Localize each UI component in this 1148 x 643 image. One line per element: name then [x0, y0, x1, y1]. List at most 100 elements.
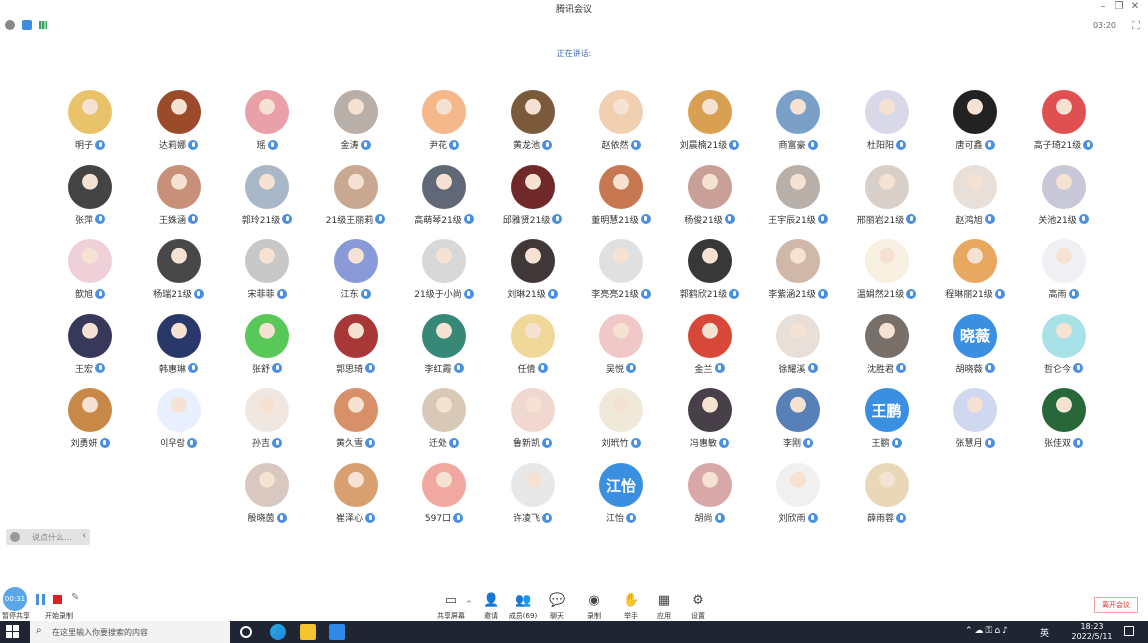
- file-explorer-icon[interactable]: [300, 624, 316, 640]
- participant-tile[interactable]: 杨瑞21级: [135, 239, 223, 313]
- participant-tile[interactable]: 张佳双: [1020, 388, 1108, 462]
- signal-icon[interactable]: [39, 21, 47, 29]
- participant-tile[interactable]: 许凌飞: [489, 463, 577, 537]
- microphone-icon[interactable]: [95, 363, 105, 374]
- participant-tile[interactable]: 597口: [400, 463, 488, 537]
- participant-tile[interactable]: 王鹏 王鹏: [843, 388, 931, 462]
- participant-tile[interactable]: 刘玳竹: [577, 388, 665, 462]
- participant-tile[interactable]: 黄龙池: [489, 90, 577, 164]
- microphone-icon[interactable]: [714, 512, 725, 523]
- participant-tile[interactable]: 李紫涵21级: [754, 239, 842, 313]
- participant-tile[interactable]: 冯惠敏: [666, 388, 754, 462]
- participant-tile[interactable]: 鲁新凯: [489, 388, 577, 462]
- participant-tile[interactable]: 张舒: [223, 313, 311, 388]
- participant-tile[interactable]: 徐耀溪: [754, 313, 842, 388]
- participant-tile[interactable]: 李刚: [754, 388, 842, 462]
- participant-tile[interactable]: 赵鸿旭: [931, 164, 1019, 239]
- emoji-icon[interactable]: [10, 532, 20, 542]
- microphone-icon[interactable]: [724, 214, 735, 225]
- microphone-icon[interactable]: [188, 214, 198, 225]
- microphone-icon[interactable]: [891, 437, 902, 448]
- microphone-icon[interactable]: [552, 214, 563, 225]
- participant-tile[interactable]: 郭思琦: [312, 313, 400, 388]
- microphone-icon[interactable]: [1073, 363, 1083, 374]
- pen-icon[interactable]: ✎: [71, 592, 79, 603]
- participant-tile[interactable]: 王宏: [46, 313, 134, 388]
- microphone-icon[interactable]: [95, 139, 105, 150]
- microphone-icon[interactable]: [463, 288, 474, 299]
- microphone-icon[interactable]: [542, 139, 552, 150]
- microphone-icon[interactable]: [365, 437, 375, 448]
- microphone-icon[interactable]: [375, 214, 386, 225]
- microphone-icon[interactable]: [99, 437, 110, 448]
- participant-tile[interactable]: 郭玲21级: [223, 164, 311, 239]
- collapse-icon[interactable]: ‹: [82, 531, 86, 541]
- microphone-icon[interactable]: [640, 214, 651, 225]
- participant-tile[interactable]: 董明慧21级: [577, 164, 665, 239]
- microphone-icon[interactable]: [276, 512, 287, 523]
- microphone-icon[interactable]: [188, 363, 198, 374]
- microphone-icon[interactable]: [994, 288, 1005, 299]
- participant-tile[interactable]: 黄久雪: [312, 388, 400, 462]
- microphone-icon[interactable]: [1078, 214, 1089, 225]
- participant-tile[interactable]: 이우람: [135, 388, 223, 462]
- system-tray-icons[interactable]: ⌃☁⚿⌂♪: [965, 626, 1010, 636]
- microphone-icon[interactable]: [626, 512, 636, 523]
- participant-tile[interactable]: 李亮亮21级: [577, 239, 665, 313]
- taskbar-clock-time[interactable]: 18:23: [1074, 622, 1110, 631]
- participant-tile[interactable]: 杜阳阳: [843, 90, 931, 164]
- microphone-icon[interactable]: [453, 512, 464, 523]
- microphone-icon[interactable]: [630, 139, 641, 150]
- microphone-icon[interactable]: [272, 363, 282, 374]
- microphone-icon[interactable]: [984, 363, 995, 374]
- taskbar-search-input[interactable]: ⌕ 在这里输入你要搜索的内容: [30, 621, 230, 643]
- participant-tile[interactable]: 邱雅贤21级: [489, 164, 577, 239]
- microphone-icon[interactable]: [360, 139, 371, 150]
- participant-tile[interactable]: 金兰: [666, 313, 754, 388]
- microphone-icon[interactable]: [449, 437, 459, 448]
- participant-tile[interactable]: 刘琳21级: [489, 239, 577, 313]
- microphone-icon[interactable]: [807, 139, 818, 150]
- microphone-icon[interactable]: [817, 288, 828, 299]
- stop-icon[interactable]: [53, 595, 62, 604]
- microphone-icon[interactable]: [365, 363, 375, 374]
- participant-tile[interactable]: 程琳丽21级: [931, 239, 1019, 313]
- participant-tile[interactable]: 高雨: [1020, 239, 1108, 313]
- microphone-icon[interactable]: [896, 139, 906, 150]
- shield-icon[interactable]: [22, 20, 32, 30]
- microphone-icon[interactable]: [984, 437, 995, 448]
- share-options-caret-icon[interactable]: ^: [466, 600, 472, 608]
- microphone-icon[interactable]: [463, 214, 474, 225]
- participant-tile[interactable]: 张萍: [46, 164, 134, 239]
- participant-tile[interactable]: 关池21级: [1020, 164, 1108, 239]
- microphone-icon[interactable]: [729, 288, 740, 299]
- minimize-icon[interactable]: –: [1095, 1, 1111, 12]
- microphone-icon[interactable]: [803, 437, 813, 448]
- close-icon[interactable]: ✕: [1127, 1, 1143, 12]
- participant-tile[interactable]: 温娟然21级: [843, 239, 931, 313]
- participant-tile[interactable]: 胡尚: [666, 463, 754, 537]
- participant-tile[interactable]: 韩惠琳: [135, 313, 223, 388]
- microphone-icon[interactable]: [449, 139, 459, 150]
- microphone-icon[interactable]: [817, 214, 828, 225]
- participant-tile[interactable]: 尹花: [400, 90, 488, 164]
- members-button[interactable]: 👥 成员(69): [506, 592, 540, 622]
- windows-start-icon[interactable]: [6, 625, 20, 639]
- microphone-icon[interactable]: [626, 363, 636, 374]
- participant-tile[interactable]: 吴悦: [577, 313, 665, 388]
- microphone-icon[interactable]: [193, 288, 204, 299]
- share-screen-button[interactable]: ▭ 共享屏幕: [434, 592, 468, 622]
- participant-tile[interactable]: 宋菲菲: [223, 239, 311, 313]
- participant-tile[interactable]: 李红霞: [400, 313, 488, 388]
- participant-tile[interactable]: 郭鹤欣21级: [666, 239, 754, 313]
- microphone-icon[interactable]: [188, 139, 198, 150]
- quick-chat-input[interactable]: 说点什么... ‹: [6, 529, 90, 545]
- microphone-icon[interactable]: [906, 288, 917, 299]
- participant-tile[interactable]: 刘勇妍: [46, 388, 134, 462]
- microphone-icon[interactable]: [984, 214, 995, 225]
- microphone-icon[interactable]: [186, 437, 197, 448]
- participant-tile[interactable]: 王宇辰21级: [754, 164, 842, 239]
- microphone-icon[interactable]: [719, 437, 729, 448]
- participant-tile[interactable]: 刘欣雨: [754, 463, 842, 537]
- microphone-icon[interactable]: [365, 512, 375, 523]
